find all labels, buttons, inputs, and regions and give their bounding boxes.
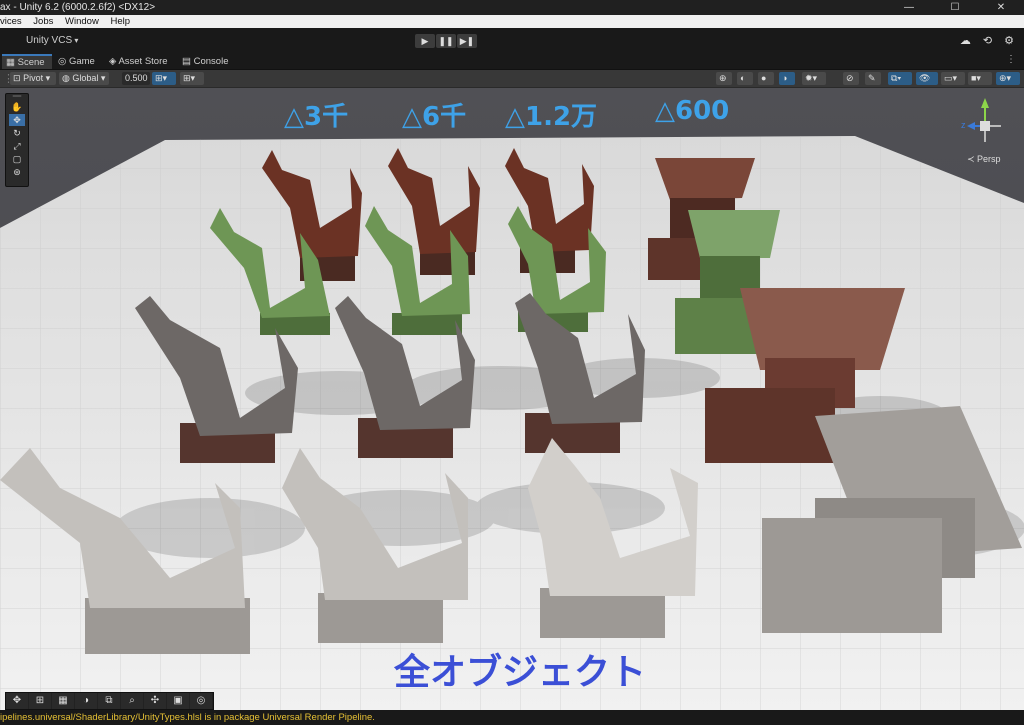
tab-console[interactable]: ▤ Console xyxy=(178,54,232,69)
gizmo-toggle-button[interactable]: ⊕▾ xyxy=(996,72,1020,85)
search-overlay-icon[interactable]: ⌕ xyxy=(121,693,144,709)
layers-button[interactable]: ⧉▾ xyxy=(888,72,912,85)
effects-toggle-icon[interactable]: ✎ xyxy=(865,72,881,85)
title-bar: ax - Unity 6.2 (6000.2.6f2) <DX12> — ☐ ✕ xyxy=(0,0,1024,15)
status-message: ipelines.universal/ShaderLibrary/UnityTy… xyxy=(0,712,375,723)
panel-grip-icon: ══ xyxy=(12,94,22,100)
compass-overlay-icon[interactable]: ◎ xyxy=(190,693,213,709)
visibility-icon[interactable]: 👁 xyxy=(916,72,938,85)
toolbar-right: ☁ ⟲ ⚙ xyxy=(960,34,1014,47)
main-toolbar: Unity VCS ▶ ❚❚ ▶❚ ☁ ⟲ ⚙ xyxy=(0,28,1024,54)
store-icon: ◈ xyxy=(109,56,117,67)
gizmo-z-label: z xyxy=(961,120,966,130)
tri-count-label-4: △600 xyxy=(655,96,730,126)
tab-game[interactable]: ◎ Game xyxy=(54,54,99,69)
close-button[interactable]: ✕ xyxy=(978,0,1024,15)
layers-overlay-icon[interactable]: ⧉ xyxy=(98,693,121,709)
unity-vcs-dropdown[interactable]: Unity VCS xyxy=(26,35,78,46)
minimize-button[interactable]: — xyxy=(886,0,932,15)
shaded-mode-icon[interactable]: ◐ xyxy=(737,72,753,85)
tri-count-label-2: △6千 xyxy=(402,102,467,132)
pivot-dropdown[interactable]: ⊡ Pivot ▾ xyxy=(10,72,56,85)
play-controls: ▶ ❚❚ ▶❚ xyxy=(415,34,477,48)
tab-console-label: Console xyxy=(193,56,229,67)
camera-overlay-icon[interactable]: ▣ xyxy=(167,693,190,709)
pivot-overlay-icon[interactable]: ✣ xyxy=(144,693,167,709)
global-dropdown[interactable]: ◍ Global ▾ xyxy=(59,72,109,85)
settings-icon[interactable]: ⚙ xyxy=(1004,34,1014,47)
camera-button[interactable]: ■▾ xyxy=(968,72,992,85)
cloud-icon[interactable]: ☁ xyxy=(960,34,971,47)
mesh-overlay-icon[interactable]: ▦ xyxy=(52,693,75,709)
maximize-button[interactable]: ☐ xyxy=(932,0,978,15)
scene-toolbar: ⋮ ⊡ Pivot ▾ ◍ Global ▾ 0.500 ⊞▾ ⊞▾ ⊕ ◐ ●… xyxy=(0,70,1024,88)
all-objects-label: 全オブジェクト xyxy=(394,652,647,693)
step-button[interactable]: ▶❚ xyxy=(457,34,477,48)
snap-value-field[interactable]: 0.500 xyxy=(122,72,150,85)
scene-icon: ▦ xyxy=(6,57,15,68)
window-title: ax - Unity 6.2 (6000.2.6f2) <DX12> xyxy=(0,2,156,13)
transform-tools-panel: ══ ✋ ✥ ↻ ⤢ ▢ ⊛ xyxy=(5,93,29,187)
scene-render xyxy=(0,88,1024,710)
rect-tool-icon[interactable]: ▢ xyxy=(9,153,25,165)
menu-item-jobs[interactable]: Jobs xyxy=(33,16,53,27)
tabs-menu-icon[interactable]: ⋮ xyxy=(1006,54,1016,65)
grid-overlay-icon[interactable]: ⊞ xyxy=(29,693,52,709)
tab-game-label: Game xyxy=(68,56,95,67)
console-icon: ▤ xyxy=(182,56,191,67)
play-button[interactable]: ▶ xyxy=(415,34,435,48)
transform-tool-icon[interactable]: ⊛ xyxy=(9,166,25,178)
debug-draw-button[interactable]: ✹▾ xyxy=(802,72,826,85)
status-bar: ipelines.universal/ShaderLibrary/UnityTy… xyxy=(0,710,1024,725)
scale-tool-icon[interactable]: ⤢ xyxy=(9,140,25,152)
lit-mode-icon[interactable]: ◑ xyxy=(779,72,795,85)
pivot-icon: ⊡ xyxy=(13,73,21,83)
window-controls: — ☐ ✕ xyxy=(886,0,1024,15)
globe-icon: ◍ xyxy=(62,73,70,83)
audio-toggle-icon[interactable]: ⊘ xyxy=(843,72,859,85)
move-overlay-icon[interactable]: ✥ xyxy=(6,693,29,709)
menu-item-window[interactable]: Window xyxy=(65,16,99,27)
tri-count-label-3: △1.2万 xyxy=(505,102,598,132)
game-icon: ◎ xyxy=(58,56,67,67)
history-icon[interactable]: ⟲ xyxy=(983,34,992,47)
move-tool-icon[interactable]: ✥ xyxy=(9,114,25,126)
tab-scene[interactable]: ▦ Scene xyxy=(2,54,52,69)
menu-item-help[interactable]: Help xyxy=(110,16,130,27)
menu-bar: vices Jobs Window Help xyxy=(0,15,1024,28)
tab-scene-label: Scene xyxy=(17,57,45,68)
rotate-tool-icon[interactable]: ↻ xyxy=(9,127,25,139)
editor-tabs: ▦ Scene ◎ Game ◈ Asset Store ▤ Console ⋮ xyxy=(0,54,1024,70)
menu-item-services[interactable]: vices xyxy=(0,16,22,27)
pivot-label: Pivot xyxy=(23,73,44,83)
global-label: Global xyxy=(72,73,99,83)
tri-count-label-1: △3千 xyxy=(284,102,349,132)
overlay-tools-bar: ✥ ⊞ ▦ ◑ ⧉ ⌕ ✣ ▣ ◎ xyxy=(5,692,214,710)
grid-snap-button[interactable]: ⊞▾ xyxy=(152,72,176,85)
scene-viewport[interactable]: △3千 △6千 △1.2万 △600 全オブジェクト ══ ✋ ✥ ↻ ⤢ ▢ … xyxy=(0,88,1024,710)
orientation-icon[interactable]: ⊕ xyxy=(716,72,732,85)
tab-asset-store-label: Asset Store xyxy=(118,56,168,67)
tab-asset-store[interactable]: ◈ Asset Store xyxy=(105,54,172,69)
lighting-overlay-icon[interactable]: ◑ xyxy=(75,693,98,709)
snap-increment-button[interactable]: ⊞▾ xyxy=(180,72,204,85)
hand-tool-icon[interactable]: ✋ xyxy=(9,101,25,113)
gizmos-button[interactable]: ▭▾ xyxy=(941,72,965,85)
wireframe-mode-icon[interactable]: ● xyxy=(758,72,774,85)
pause-button[interactable]: ❚❚ xyxy=(436,34,456,48)
perspective-label[interactable]: ≺ Persp xyxy=(967,154,1001,165)
